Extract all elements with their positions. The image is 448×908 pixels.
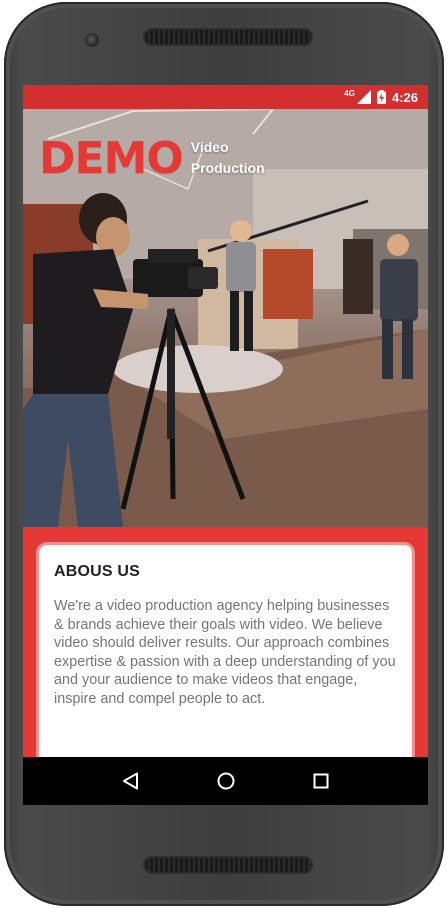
home-icon	[217, 772, 234, 790]
app-screen: 4G 4:26 DEMO Video Production ABOUS US W…	[23, 85, 428, 805]
back-button[interactable]	[111, 761, 151, 801]
clock: 4:26	[391, 89, 418, 105]
battery-charging-icon	[376, 90, 386, 104]
home-button[interactable]	[206, 761, 246, 801]
bottom-speaker	[145, 858, 311, 872]
status-bar: 4G 4:26	[23, 85, 428, 109]
back-icon	[122, 772, 138, 790]
signal-icon	[356, 90, 371, 104]
recents-button[interactable]	[301, 761, 341, 801]
logo-wordmark: DEMO	[39, 133, 184, 184]
logo-tagline-line1: Video	[190, 139, 229, 155]
recents-icon	[313, 773, 328, 789]
about-title: ABOUS US	[54, 563, 141, 580]
logo-tagline-line2: Production	[190, 160, 265, 176]
logo-tagline: Video Production	[191, 137, 265, 179]
logo: DEMO Video Production	[39, 137, 265, 181]
hero-image: DEMO Video Production	[23, 109, 428, 527]
network-type: 4G	[344, 88, 355, 98]
top-speaker	[145, 30, 311, 44]
front-camera	[85, 33, 99, 47]
navigation-bar	[23, 757, 428, 805]
about-body: We're a video production agency helping …	[54, 598, 396, 707]
about-card: ABOUS US We're a video production agency…	[39, 545, 412, 785]
